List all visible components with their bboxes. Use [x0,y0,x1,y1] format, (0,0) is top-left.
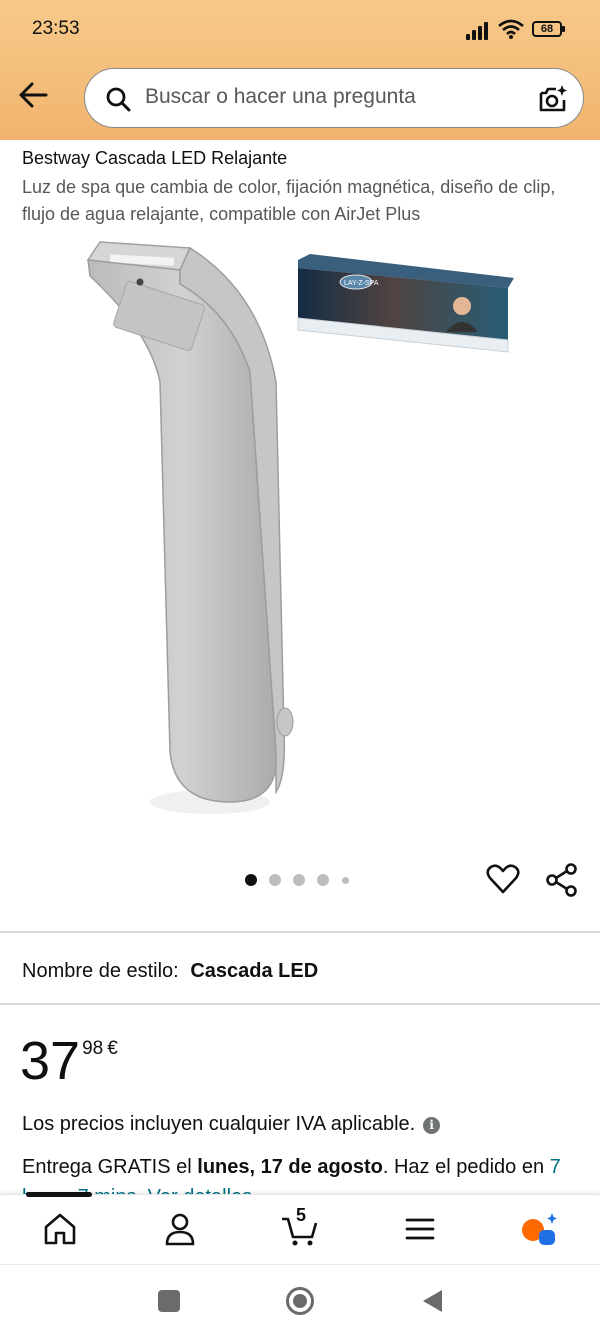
signal-icon [466,20,492,40]
delivery-prefix: Entrega GRATIS el [22,1156,198,1178]
tax-note-text: Los precios incluyen cualquier IVA aplic… [22,1113,416,1135]
back-arrow-icon[interactable] [16,78,50,112]
delivery-suffix: . Haz el pedido en [382,1156,550,1178]
status-bar: 23:53 68 [0,0,600,60]
back-system-button[interactable] [420,1288,444,1314]
carousel-dot[interactable] [317,874,329,886]
search-bar[interactable]: Buscar o hacer una pregunta [84,68,584,128]
wifi-icon [498,19,524,39]
rufus-icon[interactable] [520,1209,560,1249]
box-brand-label: LAY-Z-SPA [344,280,379,287]
delivery-info: Entrega GRATIS el lunes, 17 de agosto. H… [22,1152,582,1194]
carousel-dot[interactable] [293,874,305,886]
battery-icon: 68 [532,21,565,37]
product-box-image[interactable]: LAY-Z-SPA [294,248,516,358]
section-divider [0,931,600,933]
tax-note: Los precios incluyen cualquier IVA aplic… [22,1113,441,1136]
price-fraction: 98 [82,1038,104,1059]
style-selector[interactable]: Nombre de estilo: Cascada LED [22,960,318,983]
section-divider [0,1003,600,1005]
app-header: 23:53 68 Buscar o hacer una pregunta [0,0,600,140]
search-icon [106,87,131,112]
status-time: 23:53 [32,18,80,39]
price-whole: 37 [20,1031,81,1091]
system-nav-bar [0,1264,600,1335]
delivery-details-link[interactable]: Ver detalles [148,1186,253,1194]
home-icon[interactable] [40,1209,80,1249]
price-display: 37 98 € [20,1032,118,1090]
account-icon[interactable] [160,1209,200,1249]
cart-button[interactable]: 5 [280,1205,320,1249]
recents-button[interactable] [158,1290,180,1312]
product-title[interactable]: Bestway Cascada LED Relajante [22,148,287,169]
carousel-dot[interactable] [342,877,349,884]
bottom-nav: 5 [0,1192,600,1265]
camera-search-icon[interactable] [537,83,569,115]
info-icon[interactable]: i [423,1117,441,1134]
carousel-dot[interactable] [245,874,257,886]
style-value: Cascada LED [190,960,319,982]
home-system-button[interactable] [285,1286,315,1316]
style-label: Nombre de estilo: [22,960,179,982]
menu-icon[interactable] [400,1209,440,1249]
wishlist-heart-icon[interactable] [486,862,520,896]
carousel-dot[interactable] [269,874,281,886]
delivery-date: lunes, 17 de agosto [197,1156,383,1178]
nav-active-indicator [26,1192,92,1197]
share-icon[interactable] [544,862,580,898]
search-input[interactable]: Buscar o hacer una pregunta [145,85,416,109]
product-subtitle: Luz de spa que cambia de color, fijación… [22,177,556,224]
product-image[interactable] [80,232,300,822]
cart-count: 5 [296,1205,307,1225]
price-currency: € [107,1038,118,1059]
